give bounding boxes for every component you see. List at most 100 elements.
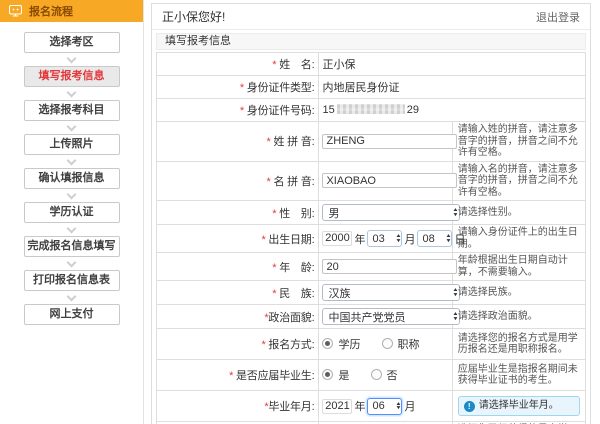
- select-arrows-icon: ▲▼: [396, 234, 401, 243]
- age-label: * 年 龄:: [157, 253, 319, 281]
- masked-id-digits: [337, 104, 405, 114]
- age-input[interactable]: [322, 259, 457, 274]
- step-print-registration-form[interactable]: 打印报名信息表: [24, 270, 120, 291]
- info-icon: !: [464, 401, 475, 412]
- radio-option-yes[interactable]: 是: [322, 367, 349, 383]
- fresh-graduate-hint: 应届毕业生是指报名期间未获得毕业证书的考生。: [452, 360, 585, 391]
- radio-option-title[interactable]: 职称: [382, 336, 420, 352]
- step-separator: [68, 189, 75, 202]
- table-row: *政治面貌: 中国共产党党员▲▼ 请选择政治面貌。: [157, 305, 586, 329]
- given-pinyin-label: * 名 拼 音:: [157, 161, 319, 201]
- reg-method-label: * 报名方式:: [157, 329, 319, 360]
- reg-method-radios: 学历 职称: [319, 329, 452, 360]
- radio-unselected-icon[interactable]: [382, 338, 393, 349]
- step-select-exam-area[interactable]: 选择考区: [24, 32, 120, 53]
- age-hint: 年龄根据出生日期自动计算，不需要输入。: [452, 253, 585, 281]
- ethnicity-hint: 请选择民族。: [452, 281, 585, 305]
- chevron-down-icon: [67, 121, 77, 131]
- birth-date-controls: 2000 年 03▲▼ 月 08▲▼ 日: [322, 230, 466, 247]
- table-row: *毕业年月: 2021 年 06▲▼ 月 ! 请选择毕业年月。: [157, 391, 586, 422]
- table-row: * 年 龄: 年龄根据出生日期自动计算，不需要输入。: [157, 253, 586, 281]
- table-row: * 姓 名: 正小保: [157, 53, 586, 76]
- step-fill-registration-info[interactable]: 填写报考信息: [24, 66, 120, 87]
- table-row: * 名 拼 音: 请输入名的拼音，请注意多音字的拼音，拼音之间不允许有空格。: [157, 161, 586, 201]
- step-separator: [68, 223, 75, 236]
- birth-day-select[interactable]: 08▲▼: [417, 230, 452, 247]
- graduation-month-select[interactable]: 06▲▼: [367, 398, 402, 415]
- chevron-down-icon: [67, 53, 77, 63]
- fresh-graduate-radios: 是 否: [319, 360, 452, 391]
- id-number-value: 1529: [319, 99, 586, 122]
- radio-option-no[interactable]: 否: [371, 367, 398, 383]
- political-status-label: *政治面貌:: [157, 305, 319, 329]
- radio-selected-icon[interactable]: [322, 369, 333, 380]
- step-complete-registration[interactable]: 完成报名信息填写: [24, 236, 120, 257]
- birth-month-select[interactable]: 03▲▼: [367, 230, 402, 247]
- table-row: * 身份证件号码: 1529: [157, 99, 586, 122]
- chevron-down-icon: [67, 155, 77, 165]
- step-confirm-info[interactable]: 确认填报信息: [24, 168, 120, 189]
- graduation-date-warning: ! 请选择毕业年月。: [458, 396, 580, 416]
- chevron-down-icon: [67, 87, 77, 97]
- birth-date-label: * 出生日期:: [157, 225, 319, 253]
- radio-selected-icon[interactable]: [322, 338, 333, 349]
- step-upload-photo[interactable]: 上传照片: [24, 134, 120, 155]
- radio-option-education[interactable]: 学历: [322, 336, 360, 352]
- user-bar: 正小保您好! 退出登录: [152, 4, 590, 30]
- name-value: 正小保: [319, 53, 586, 76]
- table-row: * 是否应届毕业生: 是 否 应届毕业生是指报名期间未获得毕业证书的考生。: [157, 360, 586, 391]
- gender-select[interactable]: 男▲▼: [322, 204, 460, 221]
- chevron-down-icon: [67, 291, 77, 301]
- birth-year-box[interactable]: 2000: [322, 231, 352, 246]
- table-row: * 民 族: 汉族▲▼ 请选择民族。: [157, 281, 586, 305]
- logout-link[interactable]: 退出登录: [536, 9, 580, 25]
- id-type-value: 内地居民身份证: [319, 76, 586, 99]
- sidebar-title: 报名流程: [29, 3, 73, 19]
- ethnicity-label: * 民 族:: [157, 281, 319, 305]
- step-separator: [68, 155, 75, 168]
- select-arrows-icon: ▲▼: [453, 312, 458, 321]
- step-online-payment[interactable]: 网上支付: [24, 304, 120, 325]
- main-panel: 正小保您好! 退出登录 填写报考信息 * 姓 名: 正小保 * 身份证件类型: …: [151, 3, 591, 424]
- select-arrows-icon: ▲▼: [446, 234, 451, 243]
- gender-label: * 性 别:: [157, 201, 319, 225]
- graduation-date-label: *毕业年月:: [157, 391, 319, 422]
- monitor-icon: [9, 5, 22, 17]
- political-status-hint: 请选择政治面貌。: [452, 305, 585, 329]
- radio-unselected-icon[interactable]: [371, 369, 382, 380]
- name-label: * 姓 名:: [157, 53, 319, 76]
- political-status-select[interactable]: 中国共产党党员▲▼: [322, 308, 460, 325]
- fresh-graduate-label: * 是否应届毕业生:: [157, 360, 319, 391]
- select-arrows-icon: ▲▼: [396, 402, 401, 411]
- graduation-year-box[interactable]: 2021: [322, 399, 352, 414]
- step-separator: [68, 53, 75, 66]
- graduation-date-controls: 2021 年 06▲▼ 月: [322, 398, 416, 415]
- surname-pinyin-input[interactable]: [322, 134, 457, 149]
- table-row: * 性 别: 男▲▼ 请选择性别。: [157, 201, 586, 225]
- ethnicity-select[interactable]: 汉族▲▼: [322, 284, 460, 301]
- birth-date-hint: 请输入身份证件上的出生日期。: [452, 225, 585, 253]
- surname-pinyin-label: * 姓 拼 音:: [157, 122, 319, 162]
- table-row: * 身份证件类型: 内地居民身份证: [157, 76, 586, 99]
- surname-pinyin-hint: 请输入姓的拼音，请注意多音字的拼音，拼音之间不允许有空格。: [452, 122, 585, 162]
- id-type-label: * 身份证件类型:: [157, 76, 319, 99]
- gender-hint: 请选择性别。: [452, 201, 585, 225]
- given-pinyin-input[interactable]: [322, 173, 457, 188]
- chevron-down-icon: [67, 223, 77, 233]
- table-row: * 出生日期: 2000 年 03▲▼ 月 08▲▼ 日 请输入身份证件上的出生…: [157, 225, 586, 253]
- reg-method-hint: 请选择您的报名方式是用学历报名还是用职称报名。: [452, 329, 585, 360]
- chevron-down-icon: [67, 189, 77, 199]
- user-greeting: 正小保您好!: [162, 8, 225, 25]
- step-separator: [68, 291, 75, 304]
- step-separator: [68, 87, 75, 100]
- select-arrows-icon: ▲▼: [453, 288, 458, 297]
- select-arrows-icon: ▲▼: [453, 208, 458, 217]
- section-title: 填写报考信息: [156, 33, 586, 50]
- registration-steps-sidebar: 报名流程 选择考区 填写报考信息 选择报考科目 上传照片 确认填报信息 学历认证…: [0, 0, 144, 424]
- steps-list: 选择考区 填写报考信息 选择报考科目 上传照片 确认填报信息 学历认证 完成报名…: [0, 32, 143, 325]
- step-select-exam-subjects[interactable]: 选择报考科目: [24, 100, 120, 121]
- step-education-verification[interactable]: 学历认证: [24, 202, 120, 223]
- id-number-label: * 身份证件号码:: [157, 99, 319, 122]
- step-separator: [68, 257, 75, 270]
- table-row: * 姓 拼 音: 请输入姓的拼音，请注意多音字的拼音，拼音之间不允许有空格。: [157, 122, 586, 162]
